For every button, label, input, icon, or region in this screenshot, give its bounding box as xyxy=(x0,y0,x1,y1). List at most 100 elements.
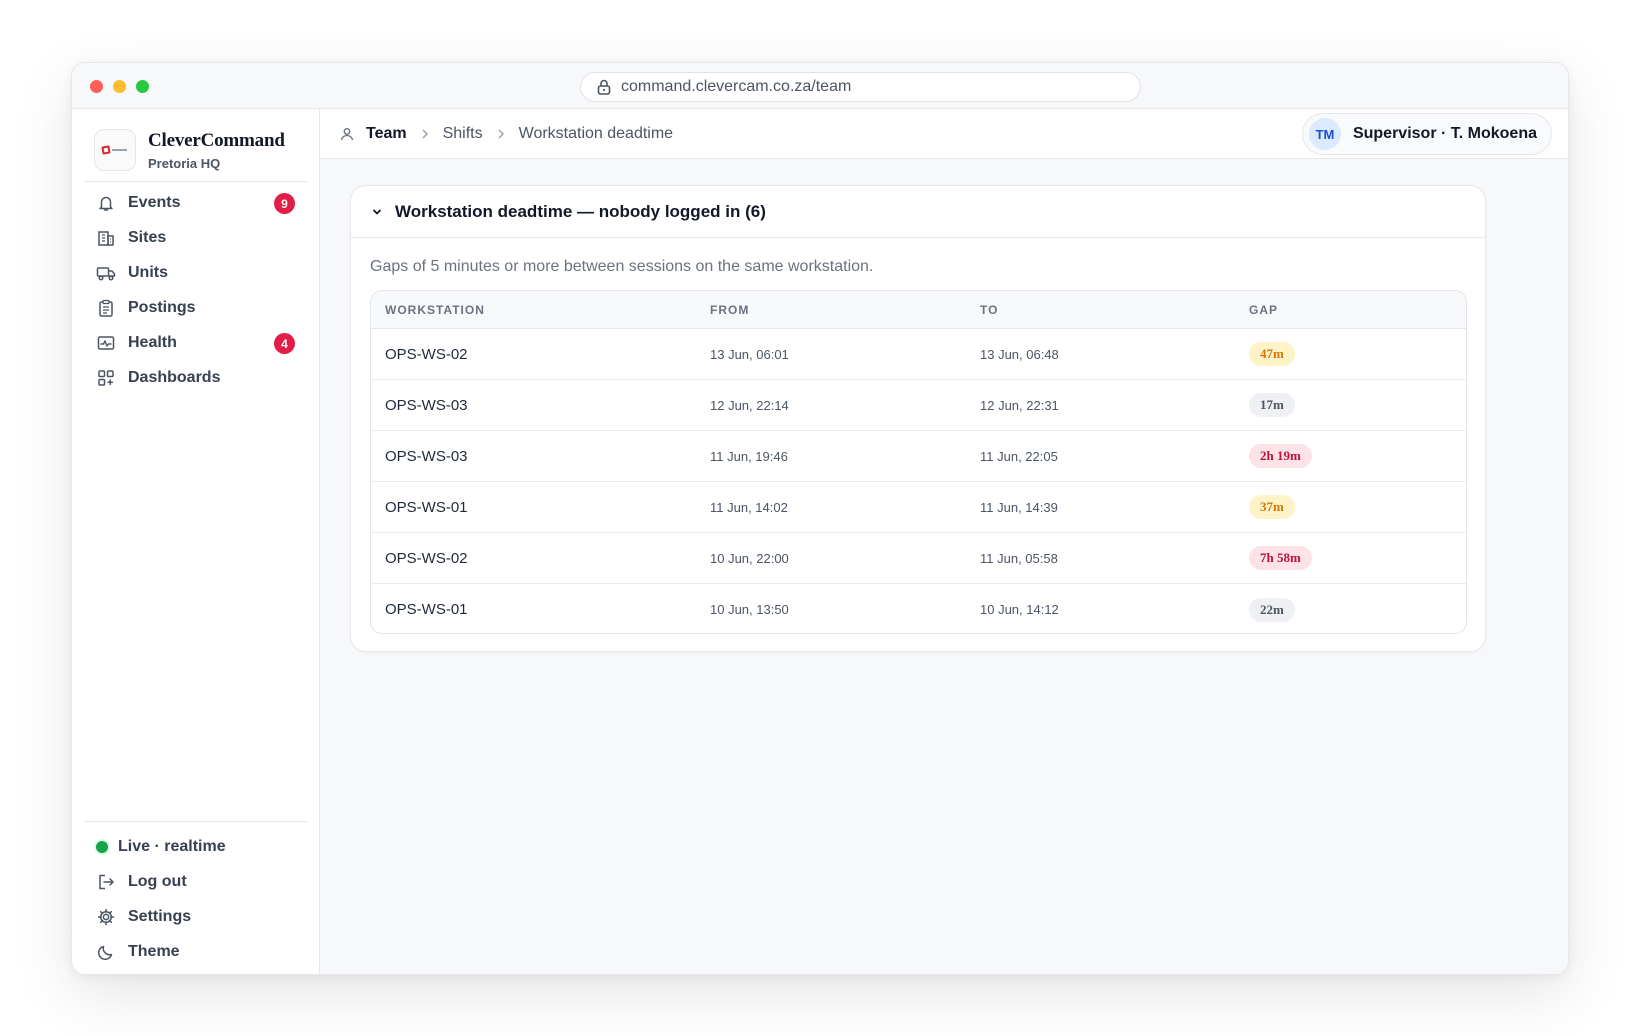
gap-cell: 17m xyxy=(1249,393,1295,417)
gap-badge: 22m xyxy=(1249,597,1295,622)
settings-button[interactable]: Settings xyxy=(84,899,307,934)
moon-icon xyxy=(96,942,116,962)
panel-header[interactable]: Workstation deadtime — nobody logged in … xyxy=(351,186,1485,238)
sidebar-item-health[interactable]: Health 4 xyxy=(84,325,307,360)
breadcrumb-shifts[interactable]: Shifts xyxy=(443,125,483,143)
truck-icon xyxy=(96,263,116,283)
sidebar-footer: Live · realtime Log out Settings Theme xyxy=(84,829,307,969)
breadcrumb-current: Workstation deadtime xyxy=(518,124,674,142)
panel-title: Workstation deadtime — nobody logged in … xyxy=(395,201,766,221)
workstation-cell: OPS-WS-02 xyxy=(385,549,468,567)
sidebar-item-units[interactable]: Units xyxy=(84,255,307,290)
workstation-cell: OPS-WS-01 xyxy=(385,601,468,618)
live-status-label: Live · realtime xyxy=(118,837,226,855)
gap-badge: 17m xyxy=(1249,393,1295,417)
building-icon xyxy=(96,228,116,248)
brand-location: Pretoria HQ xyxy=(148,155,221,171)
chevron-right-icon xyxy=(497,128,505,140)
user-outline-icon xyxy=(340,127,354,141)
lock-icon xyxy=(597,79,611,95)
sidebar-item-label: Health xyxy=(128,333,177,351)
gap-cell: 47m xyxy=(1249,342,1295,366)
sidebar-item-events[interactable]: Events 9 xyxy=(84,185,307,220)
gap-badge: 2h 19m xyxy=(1249,444,1312,468)
dashboard-icon xyxy=(96,368,116,388)
sidebar-divider xyxy=(84,181,307,182)
health-count-badge: 4 xyxy=(274,333,295,354)
minimize-window-button[interactable] xyxy=(113,80,126,93)
panel-description: Gaps of 5 minutes or more between sessio… xyxy=(370,258,874,275)
column-header-from[interactable]: FROM xyxy=(710,303,749,317)
column-header-to[interactable]: TO xyxy=(980,303,998,317)
gap-cell: 37m xyxy=(1249,495,1295,519)
chevron-right-icon xyxy=(421,128,429,140)
table-header: WORKSTATION FROM TO GAP xyxy=(371,291,1466,329)
column-header-gap[interactable]: GAP xyxy=(1249,303,1278,317)
address-bar[interactable]: command.clevercam.co.za/team xyxy=(580,72,1141,102)
theme-label: Theme xyxy=(128,942,180,960)
live-status-dot xyxy=(96,840,108,853)
sidebar-item-label: Units xyxy=(128,263,168,281)
user-menu[interactable]: TM Supervisor · T. Mokoena xyxy=(1301,113,1552,155)
from-cell: 11 Jun, 19:46 xyxy=(710,448,788,464)
logo-icon xyxy=(101,145,127,155)
gap-badge: 47m xyxy=(1249,342,1295,366)
sidebar-item-label: Sites xyxy=(128,228,167,246)
to-cell: 11 Jun, 14:39 xyxy=(980,499,1058,515)
workstation-cell: OPS-WS-03 xyxy=(385,396,468,414)
logout-button[interactable]: Log out xyxy=(84,864,307,899)
user-name: Supervisor · T. Mokoena xyxy=(1352,125,1537,142)
table-row[interactable]: OPS-WS-03 11 Jun, 19:46 11 Jun, 22:05 2h… xyxy=(371,431,1466,482)
logout-label: Log out xyxy=(128,872,187,890)
events-count-badge: 9 xyxy=(274,193,295,214)
sidebar-footer-divider xyxy=(84,821,307,822)
deadtime-table: WORKSTATION FROM TO GAP OPS-WS-02 13 Jun… xyxy=(370,290,1467,634)
chevron-down-icon[interactable] xyxy=(371,206,383,218)
live-status: Live · realtime xyxy=(84,829,307,864)
clipboard-icon xyxy=(96,298,116,318)
to-cell: 13 Jun, 06:48 xyxy=(980,346,1059,362)
sidebar-item-label: Dashboards xyxy=(128,368,221,386)
maximize-window-button[interactable] xyxy=(136,80,149,93)
gap-badge: 37m xyxy=(1249,495,1295,519)
gap-badge: 7h 58m xyxy=(1249,546,1312,570)
sidebar-item-sites[interactable]: Sites xyxy=(84,220,307,255)
workstation-cell: OPS-WS-02 xyxy=(385,345,468,363)
bell-icon xyxy=(96,193,116,213)
workstation-cell: OPS-WS-01 xyxy=(385,498,468,516)
main-content: Team Shifts Workstation deadtime TM Supe… xyxy=(320,109,1568,974)
sidebar-item-postings[interactable]: Postings xyxy=(84,290,307,325)
column-header-workstation[interactable]: WORKSTATION xyxy=(385,303,485,317)
theme-toggle[interactable]: Theme xyxy=(84,934,307,969)
sidebar: CleverCommand Pretoria HQ Events 9 Sites xyxy=(72,109,320,974)
breadcrumb-team[interactable]: Team xyxy=(366,125,407,143)
table-row[interactable]: OPS-WS-03 12 Jun, 22:14 12 Jun, 22:31 17… xyxy=(371,380,1466,431)
sidebar-item-label: Events xyxy=(128,193,181,211)
gap-cell: 7h 58m xyxy=(1249,546,1312,570)
table-row[interactable]: OPS-WS-01 10 Jun, 13:50 10 Jun, 14:12 22… xyxy=(371,584,1466,633)
from-cell: 13 Jun, 06:01 xyxy=(710,346,789,362)
workstation-cell: OPS-WS-03 xyxy=(385,447,468,465)
avatar: TM xyxy=(1308,118,1341,150)
to-cell: 11 Jun, 05:58 xyxy=(980,550,1058,566)
table-row[interactable]: OPS-WS-02 13 Jun, 06:01 13 Jun, 06:48 47… xyxy=(371,329,1466,380)
deadtime-panel: Workstation deadtime — nobody logged in … xyxy=(350,185,1486,652)
main-nav: Events 9 Sites Units Postings Health 4 D… xyxy=(84,185,307,395)
sidebar-item-dashboards[interactable]: Dashboards xyxy=(84,360,307,395)
table-row[interactable]: OPS-WS-02 10 Jun, 22:00 11 Jun, 05:58 7h… xyxy=(371,533,1466,584)
close-window-button[interactable] xyxy=(90,80,103,93)
breadcrumb: Team Shifts Workstation deadtime TM Supe… xyxy=(320,109,1568,159)
gap-cell: 22m xyxy=(1249,597,1295,622)
url-text: command.clevercam.co.za/team xyxy=(621,78,852,95)
from-cell: 10 Jun, 13:50 xyxy=(710,602,789,617)
settings-label: Settings xyxy=(128,907,192,925)
brand[interactable]: CleverCommand Pretoria HQ xyxy=(94,129,285,171)
from-cell: 11 Jun, 14:02 xyxy=(710,499,788,515)
to-cell: 10 Jun, 14:12 xyxy=(980,602,1059,617)
browser-window: command.clevercam.co.za/team CleverComma… xyxy=(71,62,1569,975)
sidebar-item-label: Postings xyxy=(128,298,196,316)
gear-icon xyxy=(96,907,116,927)
table-row[interactable]: OPS-WS-01 11 Jun, 14:02 11 Jun, 14:39 37… xyxy=(371,482,1466,533)
to-cell: 12 Jun, 22:31 xyxy=(980,397,1059,413)
pulse-icon xyxy=(96,333,116,353)
